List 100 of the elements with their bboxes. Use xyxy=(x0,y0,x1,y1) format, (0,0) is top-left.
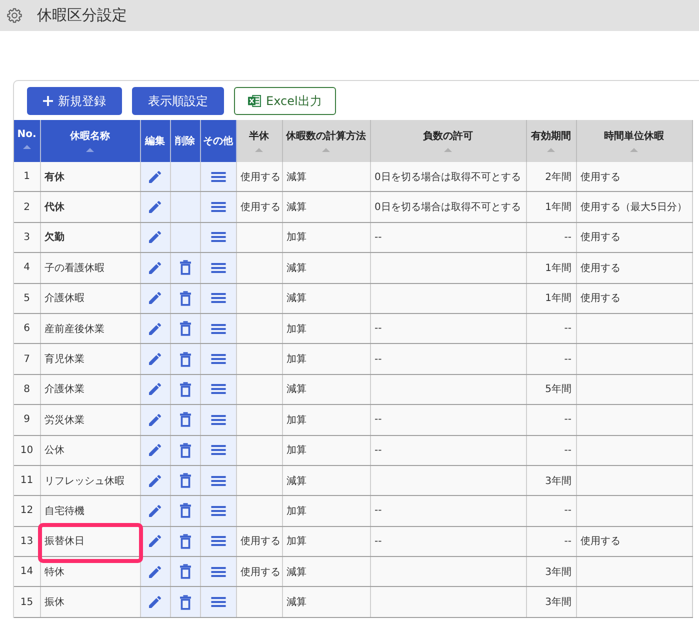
table-cell: 1年間 xyxy=(526,252,576,284)
table-cell: 使用する（最大5日分） xyxy=(576,192,692,222)
column-header[interactable]: 負数の許可 xyxy=(370,120,526,162)
leave-type-name: 有休 xyxy=(44,172,64,183)
pencil-icon[interactable] xyxy=(147,199,163,216)
table-cell: 使用する xyxy=(576,283,692,314)
table-cell: -- xyxy=(526,222,576,253)
menu-icon[interactable] xyxy=(210,597,226,608)
column-header[interactable]: 有効期間 xyxy=(526,120,576,162)
table-cell: 使用する xyxy=(236,192,282,222)
menu-icon[interactable] xyxy=(210,445,226,456)
table-cell: 0日を切る場合は取得不可とする xyxy=(370,192,526,222)
pencil-icon[interactable] xyxy=(147,168,163,185)
column-header: その他 xyxy=(200,120,236,162)
table-cell: 加算 xyxy=(282,526,370,557)
leave-type-name: 産前産後休業 xyxy=(44,324,104,335)
page-title: 休暇区分設定 xyxy=(37,8,127,23)
menu-icon[interactable] xyxy=(210,232,226,242)
table-cell: 10 xyxy=(14,435,40,466)
leave-type-name: 介護休暇 xyxy=(44,293,84,304)
trash-icon[interactable] xyxy=(180,473,190,488)
spreadsheet-icon xyxy=(248,95,261,107)
table-cell: 加算 xyxy=(282,344,370,374)
trash-icon[interactable] xyxy=(180,594,190,610)
pencil-icon[interactable] xyxy=(147,442,163,458)
table-cell: 15 xyxy=(14,586,40,618)
pencil-icon[interactable] xyxy=(147,260,163,276)
pencil-icon[interactable] xyxy=(147,320,163,337)
menu-icon[interactable] xyxy=(210,566,226,577)
leave-type-name: 介護休業 xyxy=(44,384,84,396)
pencil-icon[interactable] xyxy=(147,472,163,489)
table-cell: 1年間 xyxy=(526,283,576,314)
table-cell: 1 xyxy=(14,162,40,192)
table-cell: -- xyxy=(370,435,526,466)
trash-icon[interactable] xyxy=(180,534,190,549)
table-cell: 12 xyxy=(14,496,40,526)
leave-type-name: 育児休業 xyxy=(44,354,84,366)
column-header[interactable]: 休暇名称 xyxy=(40,120,140,162)
table-cell: -- xyxy=(526,496,576,526)
table-cell: 加算 xyxy=(282,404,370,436)
table-cell: 8 xyxy=(14,374,40,405)
leave-type-name: 特休 xyxy=(44,566,64,578)
pencil-icon[interactable] xyxy=(147,351,163,368)
trash-icon[interactable] xyxy=(180,412,190,428)
trash-icon[interactable] xyxy=(180,442,190,458)
leave-type-name: 振休 xyxy=(44,597,64,608)
table-cell: -- xyxy=(526,526,576,557)
trash-icon[interactable] xyxy=(180,352,190,367)
column-header[interactable]: No. xyxy=(14,120,40,162)
pencil-icon[interactable] xyxy=(147,564,163,580)
table-cell: 6 xyxy=(14,313,40,344)
pencil-icon[interactable] xyxy=(147,381,163,398)
pencil-icon[interactable] xyxy=(147,412,163,428)
menu-icon[interactable] xyxy=(210,384,226,394)
pencil-icon[interactable] xyxy=(147,502,163,519)
settings-icon xyxy=(7,8,22,23)
add-button[interactable]: 新規登録 xyxy=(27,87,122,115)
column-header[interactable]: 休暇数の計算方法 xyxy=(282,120,370,162)
menu-icon[interactable] xyxy=(210,354,226,364)
table-cell: -- xyxy=(526,344,576,374)
menu-icon[interactable] xyxy=(210,414,226,425)
leave-type-name: 欠勤 xyxy=(44,232,64,244)
trash-icon[interactable] xyxy=(180,290,190,306)
menu-icon[interactable] xyxy=(210,324,226,334)
table-cell: 使用する xyxy=(236,526,282,557)
pencil-icon[interactable] xyxy=(147,290,163,306)
column-header[interactable]: 時間単位休暇 xyxy=(576,120,692,162)
table-cell: 4 xyxy=(14,252,40,284)
menu-icon[interactable] xyxy=(210,262,226,273)
column-header: 編集 xyxy=(140,120,170,162)
table-cell: 使用する xyxy=(236,556,282,587)
pencil-icon[interactable] xyxy=(147,594,163,610)
table-cell: 9 xyxy=(14,404,40,436)
display-order-button[interactable]: 表示順設定 xyxy=(132,87,224,115)
menu-icon[interactable] xyxy=(210,202,226,212)
leave-type-name: リフレッシュ休暇 xyxy=(44,476,124,487)
trash-icon[interactable] xyxy=(180,321,190,336)
pencil-icon[interactable] xyxy=(147,533,163,550)
trash-icon[interactable] xyxy=(180,564,190,580)
table-cell: 3 xyxy=(14,222,40,253)
menu-icon[interactable] xyxy=(210,536,226,546)
menu-icon[interactable] xyxy=(210,172,226,182)
table-cell: 減算 xyxy=(282,283,370,314)
leave-type-name: 子の看護休暇 xyxy=(44,262,104,274)
pencil-icon[interactable] xyxy=(147,229,163,246)
menu-icon[interactable] xyxy=(210,506,226,516)
column-header[interactable]: 半休 xyxy=(236,120,282,162)
export-button[interactable]: Excel出力 xyxy=(234,87,336,115)
trash-icon[interactable] xyxy=(180,382,190,397)
table-cell: -- xyxy=(370,496,526,526)
trash-icon[interactable] xyxy=(180,260,190,276)
menu-icon[interactable] xyxy=(210,293,226,304)
table-cell: -- xyxy=(370,313,526,344)
table-cell: -- xyxy=(370,222,526,253)
table-cell: 5 xyxy=(14,283,40,314)
table-cell: 使用する xyxy=(236,162,282,192)
menu-icon[interactable] xyxy=(210,476,226,486)
trash-icon[interactable] xyxy=(180,503,190,518)
table-cell: 加算 xyxy=(282,222,370,253)
column-header: 削除 xyxy=(170,120,200,162)
